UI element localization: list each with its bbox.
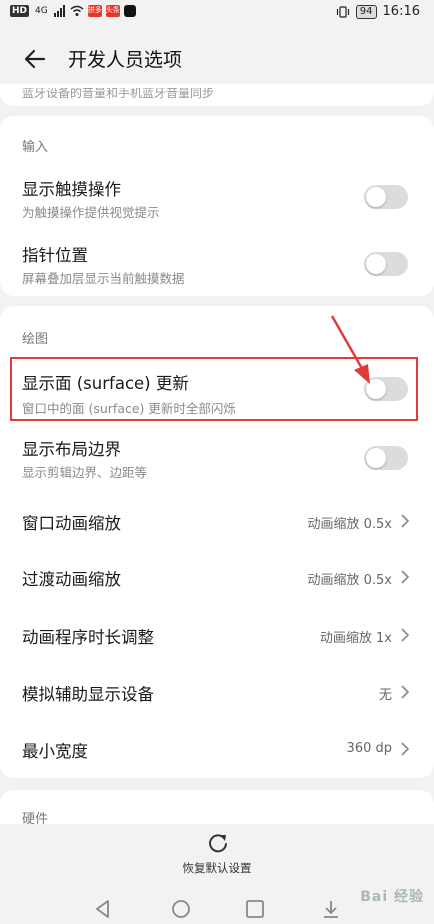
app-header: 开发人员选项 xyxy=(0,34,434,84)
page-title: 开发人员选项 xyxy=(68,49,183,71)
row-subtitle: 显示剪辑边界、边距等 xyxy=(22,465,148,480)
show-touches-row[interactable]: 显示触摸操作 为触摸操作提供视觉提示 xyxy=(0,170,434,228)
hardware-section-card: 硬件 xyxy=(0,790,434,827)
bluetooth-volume-sync-text: 蓝牙设备的音量和手机蓝牙音量同步 xyxy=(22,86,215,100)
bluetooth-section-card: 蓝牙设备的音量和手机蓝牙音量同步 xyxy=(0,84,434,106)
toggle-knob xyxy=(366,187,386,207)
pointer-location-toggle[interactable] xyxy=(364,252,408,276)
row-value: 动画缩放 0.5x xyxy=(307,517,392,532)
row-subtitle: 为触摸操作提供视觉提示 xyxy=(22,205,160,220)
restore-defaults-button[interactable]: 恢复默认设置 xyxy=(0,832,434,882)
window-animation-scale-row[interactable]: 窗口动画缩放 动画缩放 0.5x xyxy=(0,496,434,546)
clock: 16:16 xyxy=(382,4,420,19)
animator-duration-scale-row[interactable]: 动画程序时长调整 动画缩放 1x xyxy=(0,611,434,661)
annotation-arrow-icon xyxy=(330,315,370,384)
row-title: 显示触摸操作 xyxy=(22,180,121,199)
row-title: 过渡动画缩放 xyxy=(22,570,121,589)
pinduoduo-app-icon: 拼多 xyxy=(87,5,102,17)
hd-badge: HD xyxy=(10,5,30,17)
row-title: 窗口动画缩放 xyxy=(22,514,121,533)
signal-bars-icon xyxy=(53,5,65,17)
row-title: 动画程序时长调整 xyxy=(22,628,154,647)
status-bar: HD 4G 拼多 头条 94 16:16 xyxy=(0,0,434,26)
back-triangle-icon[interactable] xyxy=(92,898,114,920)
arrow-left-icon[interactable] xyxy=(22,46,48,72)
tiktok-app-icon xyxy=(123,5,136,17)
download-arrow-icon[interactable] xyxy=(320,898,342,920)
battery-indicator: 94 xyxy=(355,4,377,19)
row-value: 无 xyxy=(378,688,392,703)
row-title: 最小宽度 xyxy=(22,742,88,761)
restore-defaults-label: 恢复默认设置 xyxy=(182,861,252,875)
chevron-right-icon xyxy=(401,628,410,642)
baidu-watermark: Bai 经验 xyxy=(360,889,424,905)
row-title: 指针位置 xyxy=(22,246,88,265)
chevron-right-icon xyxy=(401,514,410,528)
signal-indicator: 4G xyxy=(35,6,48,16)
input-section-card: 输入 显示触摸操作 为触摸操作提供视觉提示 指针位置 屏幕叠加层显示当前触摸数据 xyxy=(0,116,434,296)
refresh-icon xyxy=(209,834,227,853)
section-label-drawing: 绘图 xyxy=(22,332,49,347)
chevron-right-icon xyxy=(401,685,410,699)
vibrate-icon xyxy=(336,5,349,18)
smallest-width-row[interactable]: 最小宽度 360 dp xyxy=(0,725,434,775)
row-subtitle: 屏幕叠加层显示当前触摸数据 xyxy=(22,271,185,286)
row-title: 显示布局边界 xyxy=(22,440,121,459)
row-value: 360 dp xyxy=(346,741,392,756)
pointer-location-row[interactable]: 指针位置 屏幕叠加层显示当前触摸数据 xyxy=(0,236,434,294)
recents-square-icon[interactable] xyxy=(244,898,266,920)
toggle-knob xyxy=(366,448,386,468)
toggle-knob xyxy=(366,254,386,274)
section-label-input: 输入 xyxy=(22,140,49,155)
home-circle-icon[interactable] xyxy=(170,898,192,920)
show-touches-toggle[interactable] xyxy=(364,185,408,209)
show-layout-bounds-row[interactable]: 显示布局边界 显示剪辑边界、边距等 xyxy=(0,432,434,488)
wifi-icon xyxy=(70,5,84,16)
transition-animation-scale-row[interactable]: 过渡动画缩放 动画缩放 0.5x xyxy=(0,554,434,604)
chevron-right-icon xyxy=(401,570,410,584)
show-layout-bounds-toggle[interactable] xyxy=(364,446,408,470)
row-title: 模拟辅助显示设备 xyxy=(22,685,154,704)
simulate-secondary-displays-row[interactable]: 模拟辅助显示设备 无 xyxy=(0,668,434,718)
row-value: 动画缩放 0.5x xyxy=(307,573,392,588)
chevron-right-icon xyxy=(401,742,410,756)
toutiao-app-icon: 头条 xyxy=(105,5,120,17)
row-value: 动画缩放 1x xyxy=(319,631,392,646)
